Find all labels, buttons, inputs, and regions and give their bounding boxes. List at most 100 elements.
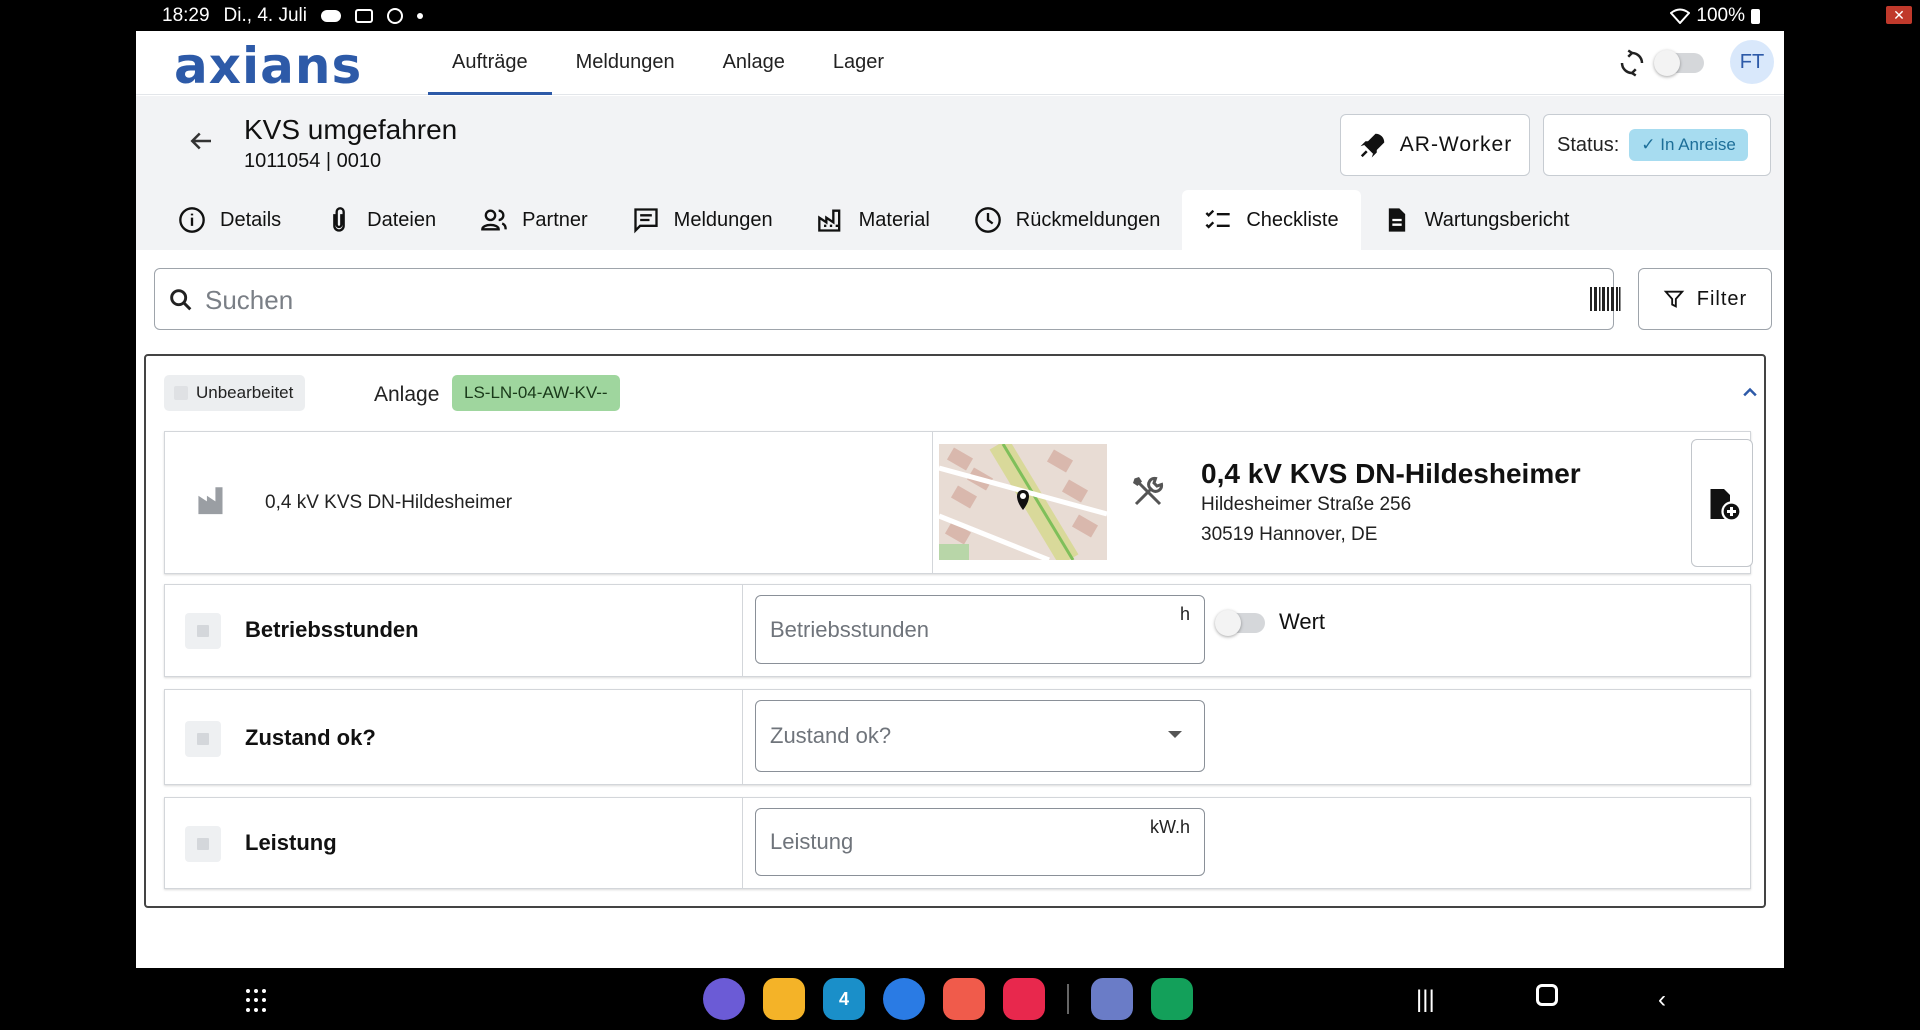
checklist-row-leistung: Leistung kW.h [164,797,1751,889]
location-map[interactable] [939,444,1107,560]
checklist-row-betriebsstunden: Betriebsstunden h Wert [164,584,1751,677]
tab-rueckmeldungen[interactable]: Rückmeldungen [952,190,1183,250]
ar-worker-button[interactable]: AR-Worker [1340,114,1530,176]
wert-label: Wert [1279,609,1326,634]
tab-details[interactable]: Details [156,190,303,250]
paperclip-icon [333,207,345,232]
nav-tab-lager[interactable]: Lager [809,31,908,95]
tab-dateien[interactable]: Dateien [303,190,458,250]
checklist-row-zustand: Zustand ok? [164,689,1751,785]
connect-app-icon[interactable] [1091,978,1133,1020]
contacts-app-icon[interactable] [943,978,985,1020]
map-image [939,444,1107,560]
zustand-input[interactable] [770,701,1130,771]
main-nav-tabs: Aufträge Meldungen Anlage Lager [428,31,908,95]
anlage-label: Anlage [374,383,440,406]
phone-app-icon[interactable] [1151,978,1193,1020]
nav-tab-anlage[interactable]: Anlage [699,31,809,95]
filter-button[interactable]: Filter [1638,268,1772,330]
rocket-icon [1360,133,1385,158]
app-dock: 4 [703,978,1193,1020]
info-icon [179,207,205,233]
leistung-input[interactable] [770,809,1130,875]
leistung-field[interactable]: kW.h [755,808,1205,876]
status-badge: ✓ In Anreise [1629,129,1748,161]
top-navigation: axians Aufträge Meldungen Anlage Lager F… [136,31,1784,95]
app-drawer-icon[interactable] [246,989,270,1013]
order-number: 1011054 | 0010 [244,150,382,172]
clock-icon [974,207,1001,233]
android-navigation-bar: 4 ||| ‹ [0,968,1920,1030]
row-checkbox[interactable] [185,721,221,757]
internet-app-icon[interactable] [703,978,745,1020]
row-label-area: Betriebsstunden [165,585,743,676]
document-icon [1388,208,1405,232]
tab-meldungen[interactable]: Meldungen [610,190,795,250]
camera-app-icon[interactable] [1003,978,1045,1020]
checklist-card: Unbearbeitet Anlage LS-LN-04-AW-KV-- 0,4… [144,354,1766,908]
tools-icon [1133,476,1164,506]
wert-toggle[interactable] [1215,610,1265,636]
calendar-icon [354,9,373,23]
order-tabs: Details Dateien Partner Meldungen Materi… [156,190,1591,250]
row-label: Zustand ok? [245,725,376,750]
barcode-scan-icon[interactable] [1589,285,1621,313]
axians-logo[interactable]: axians [174,37,362,95]
search-icon [170,289,192,311]
dropdown-arrow-icon [1168,731,1182,738]
sync-icon[interactable] [1617,48,1647,78]
document-add-icon [1710,489,1742,522]
home-icon[interactable] [1536,984,1558,1006]
back-arrow-icon[interactable] [186,126,216,156]
asset-title: 0,4 kV KVS DN-Hildesheimer [1201,458,1581,489]
tab-wartungsbericht[interactable]: Wartungsbericht [1361,190,1592,250]
search-bar [154,268,1621,330]
recent-apps-icon[interactable]: ||| [1416,986,1435,1014]
user-avatar[interactable]: FT [1730,40,1774,84]
nav-tab-auftraege[interactable]: Aufträge [428,31,552,95]
row-checkbox[interactable] [185,826,221,862]
tab-partner[interactable]: Partner [458,190,610,250]
unit-label: kW.h [1149,817,1190,837]
row-label-area: Zustand ok? [165,690,743,784]
page-title: KVS umgefahren [244,114,458,145]
files-app-icon[interactable] [763,978,805,1020]
tab-checkliste[interactable]: Checkliste [1182,190,1361,250]
wifi-icon [1670,8,1691,24]
messages-app-icon[interactable] [883,978,925,1020]
asset-address-street: Hildesheimer Straße 256 [1201,494,1412,515]
top-toggle-switch[interactable] [1654,50,1704,76]
row-label: Betriebsstunden [245,617,419,642]
asset-address-city: 30519 Hannover, DE [1201,524,1378,545]
checklist-icon [1205,209,1230,229]
back-icon[interactable]: ‹ [1658,986,1666,1014]
cloud-icon [320,10,341,22]
tab-material[interactable]: Material [795,190,952,250]
betriebsstunden-input[interactable] [770,596,1130,663]
factory-icon [817,209,840,232]
android-status-bar: 18:29 Di., 4. Juli 100% [0,0,1920,31]
chevron-up-icon[interactable] [1740,382,1760,402]
status-field[interactable]: Status: ✓ In Anreise [1543,114,1771,176]
sync-status-icon [386,8,403,24]
close-window-icon[interactable]: ✕ [1886,6,1912,24]
asset-name: 0,4 kV KVS DN-Hildesheimer [265,492,513,513]
message-icon [634,208,658,234]
zustand-select[interactable] [755,700,1205,772]
asset-summary: 0,4 kV KVS DN-Hildesheimer [165,432,933,573]
add-document-button[interactable] [1691,439,1753,567]
status-square-icon [174,386,188,400]
notification-dot-icon [416,13,423,19]
betriebsstunden-field[interactable]: h [755,595,1205,664]
row-checkbox[interactable] [185,613,221,649]
status-label: Status: [1557,133,1620,156]
factory-icon [198,487,223,515]
search-input[interactable] [205,279,1525,321]
order-header: KVS umgefahren 1011054 | 0010 AR-Worker … [136,96,1784,250]
anlage-chip[interactable]: LS-LN-04-AW-KV-- [452,375,620,411]
status-chip-unbearbeitet: Unbearbeitet [164,375,306,411]
battery-percent: 100% [1696,5,1745,26]
row-label: Leistung [245,830,337,855]
calendar-app-icon[interactable]: 4 [823,978,865,1020]
nav-tab-meldungen[interactable]: Meldungen [552,31,699,95]
